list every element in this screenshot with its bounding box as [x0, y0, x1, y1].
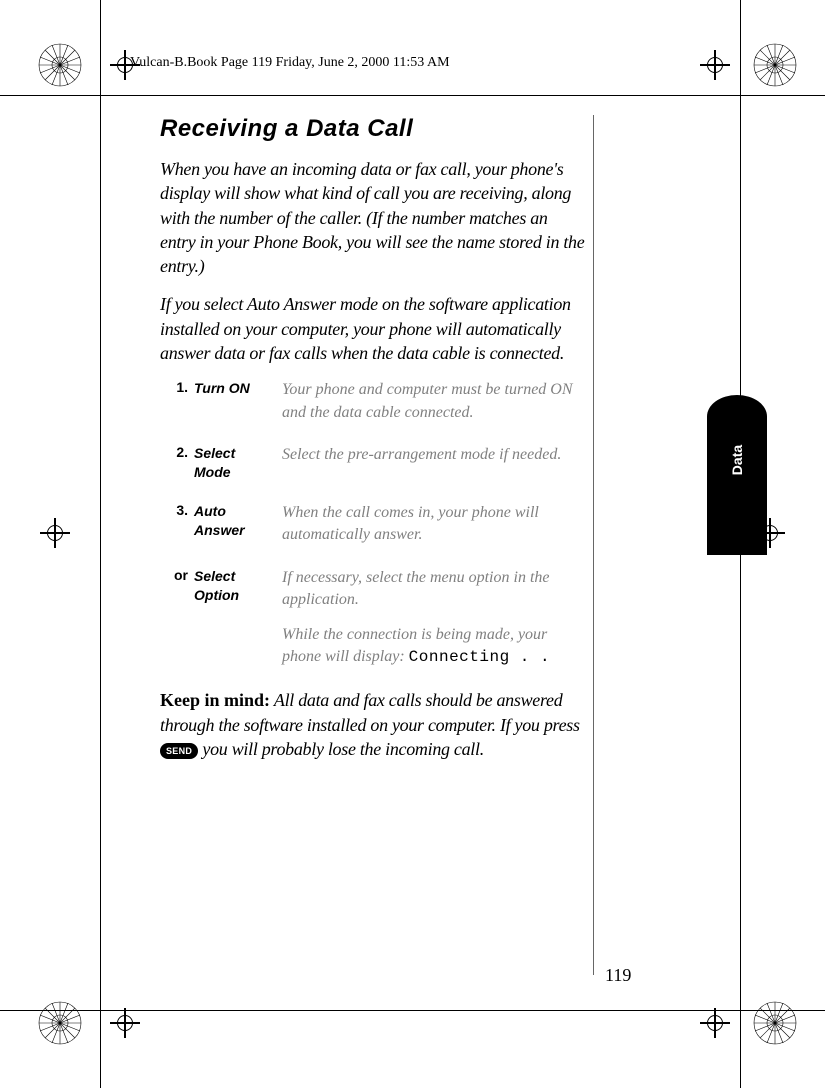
step-row: 2. Select Mode Select the pre-arrangemen…	[160, 444, 585, 482]
step-number: or	[160, 567, 194, 669]
step-description: Select the pre-arrangement mode if neede…	[282, 444, 585, 482]
connecting-display: Connecting . .	[409, 648, 550, 666]
step-action: Select Option	[194, 567, 282, 669]
crop-line-top	[0, 95, 825, 96]
step-number: 3.	[160, 502, 194, 547]
registration-mark-icon	[752, 1000, 798, 1046]
step-description: Your phone and computer must be turned O…	[282, 379, 585, 424]
step-description-line1: If necessary, select the menu option in …	[282, 569, 549, 608]
page-title: Receiving a Data Call	[160, 115, 585, 143]
intro-paragraph-2: If you select Auto Answer mode on the so…	[160, 292, 585, 365]
send-key-icon: SEND	[160, 743, 198, 759]
keep-in-mind-lead: Keep in mind:	[160, 690, 270, 710]
page-content: Receiving a Data Call When you have an i…	[160, 115, 585, 775]
section-tab: Data	[707, 395, 767, 555]
step-row: or Select Option If necessary, select th…	[160, 567, 585, 669]
crosshair-icon	[110, 1008, 140, 1038]
step-number: 2.	[160, 444, 194, 482]
intro-paragraph-1: When you have an incoming data or fax ca…	[160, 157, 585, 278]
crosshair-icon	[700, 50, 730, 80]
step-number: 1.	[160, 379, 194, 424]
step-row: 3. Auto Answer When the call comes in, y…	[160, 502, 585, 547]
registration-mark-icon	[752, 42, 798, 88]
steps-list: 1. Turn ON Your phone and computer must …	[160, 379, 585, 668]
registration-mark-icon	[37, 1000, 83, 1046]
keep-in-mind-text-b: you will probably lose the incoming call…	[198, 739, 484, 759]
step-row: 1. Turn ON Your phone and computer must …	[160, 379, 585, 424]
section-tab-label: Data	[729, 430, 745, 490]
step-action: Select Mode	[194, 444, 282, 482]
keep-in-mind-paragraph: Keep in mind: All data and fax calls sho…	[160, 688, 585, 761]
registration-mark-icon	[37, 42, 83, 88]
step-action: Auto Answer	[194, 502, 282, 547]
header-meta: Vulcan-B.Book Page 119 Friday, June 2, 2…	[130, 55, 450, 71]
step-description: If necessary, select the menu option in …	[282, 567, 585, 669]
crosshair-icon	[700, 1008, 730, 1038]
step-action: Turn ON	[194, 379, 282, 424]
step-description: When the call comes in, your phone will …	[282, 502, 585, 547]
page-number: 119	[605, 965, 631, 986]
column-divider	[593, 115, 594, 975]
crop-line-left	[100, 0, 101, 1088]
crosshair-icon	[40, 518, 70, 548]
